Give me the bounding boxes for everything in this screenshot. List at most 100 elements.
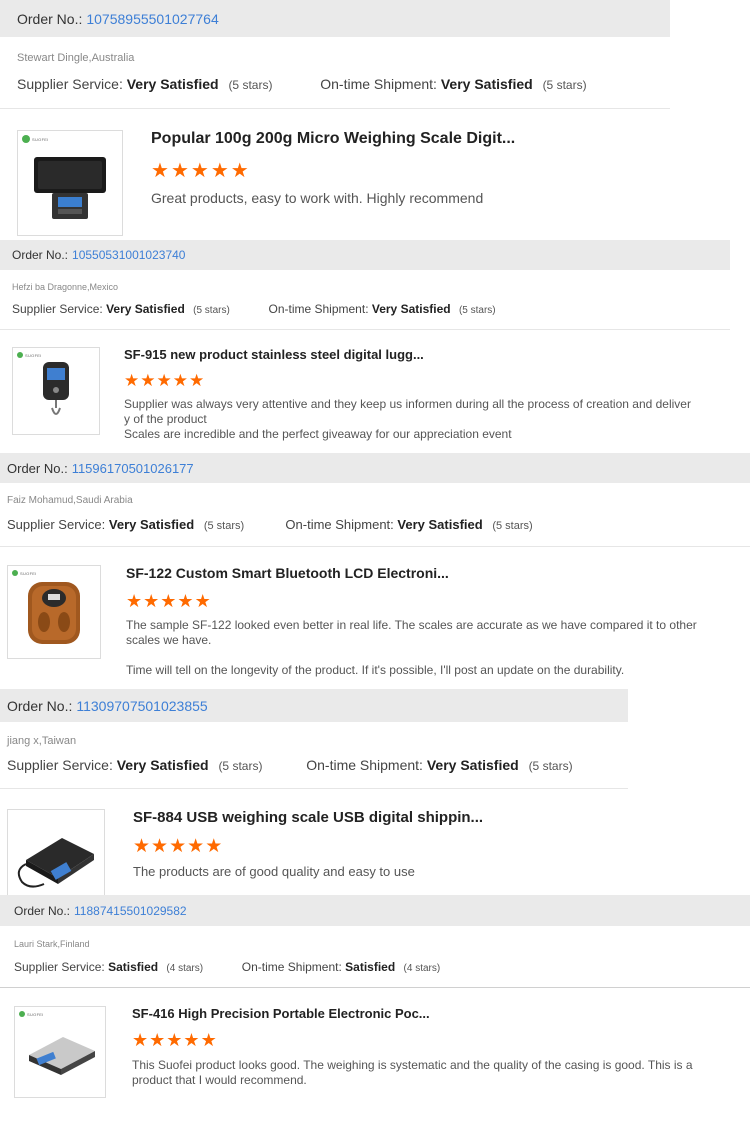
shipment-value: Very Satisfied [397, 517, 483, 532]
reviewer-name: jiang x,Taiwan [7, 735, 77, 747]
order-number-link[interactable]: 10550531001023740 [72, 248, 185, 262]
review-text-line: The sample SF-122 looked even better in … [126, 618, 697, 632]
shipment-value: Satisfied [345, 960, 396, 974]
star-rating: ★ ★ ★ ★ ★ [132, 1031, 218, 1049]
review-text-line [126, 648, 736, 663]
supplier-service-value: Satisfied [108, 960, 159, 974]
product-title-link[interactable]: SF-915 new product stainless steel digit… [124, 347, 424, 362]
product-title-link[interactable]: SF-884 USB weighing scale USB digital sh… [133, 809, 483, 826]
pocket-scale-image [34, 157, 106, 219]
shipment-label: On-time Shipment: [241, 960, 342, 974]
star-icon: ★ [151, 160, 169, 182]
star-rating: ★ ★ ★ ★ ★ [126, 592, 212, 610]
supplier-service-stars: (5 stars) [228, 78, 273, 92]
order-label: Order No.: [7, 460, 68, 476]
review-text-line: Great products, easy to work with. Highl… [151, 190, 484, 206]
product-thumbnail[interactable] [7, 809, 105, 895]
supplier-service-label: Supplier Service: [14, 960, 105, 974]
product-thumbnail[interactable]: SUOFEI [14, 1006, 106, 1098]
review-text-line: y of the product [124, 412, 207, 426]
review-card: Order No.: 11887415501029582 Lauri Stark… [0, 895, 750, 1131]
product-title-link[interactable]: Popular 100g 200g Micro Weighing Scale D… [151, 130, 515, 148]
order-number-bar: Order No.: 11887415501029582 [0, 895, 750, 926]
star-icon: ★ [132, 1030, 149, 1050]
divider [0, 788, 628, 789]
pocket-scale-image [29, 1037, 95, 1075]
review-text-line: Supplier was always very attentive and t… [124, 397, 691, 411]
star-icon: ★ [210, 160, 229, 182]
product-title-link[interactable]: SF-416 High Precision Portable Electroni… [132, 1006, 430, 1021]
order-label: Order No.: [14, 903, 71, 918]
order-number-link[interactable]: 11596170501026177 [72, 461, 194, 476]
product-thumbnail[interactable]: SUOFEI [12, 347, 100, 435]
shipment-label: On-time Shipment: [306, 757, 423, 773]
supplier-service-value: Very Satisfied [106, 302, 185, 316]
star-rating: ★ ★ ★ ★ ★ [124, 372, 205, 389]
order-number-bar: Order No.: 10758955501027764 [0, 0, 670, 37]
review-text: The products are of good quality and eas… [133, 864, 733, 880]
review-card: Order No.: 10550531001023740 Hefzi ba Dr… [0, 240, 750, 453]
review-text-line: Scales are incredible and the perfect gi… [124, 427, 512, 441]
order-label: Order No.: [7, 697, 73, 714]
service-ratings: Supplier Service: Very Satisfied (5 star… [17, 76, 587, 92]
star-icon: ★ [143, 591, 160, 611]
order-number-link[interactable]: 11887415501029582 [74, 904, 187, 918]
order-label: Order No.: [12, 248, 69, 262]
divider [0, 546, 750, 547]
usb-shipping-scale-image [17, 838, 94, 888]
review-text-line: product that I would recommend. [132, 1073, 307, 1087]
star-icon: ★ [200, 1030, 217, 1050]
brand-logo-icon: SUOFEI [17, 352, 42, 358]
star-icon: ★ [124, 371, 140, 390]
shipment-value: Very Satisfied [371, 302, 451, 316]
product-title-link[interactable]: SF-122 Custom Smart Bluetooth LCD Electr… [126, 565, 449, 581]
review-card: Order No.: 10758955501027764 Stewart Din… [0, 0, 750, 240]
brand-logo-icon: SUOFEI [22, 135, 49, 143]
star-icon: ★ [187, 836, 205, 857]
shipment-stars: (5 stars) [528, 759, 573, 773]
shipment-stars: (5 stars) [492, 520, 533, 532]
product-thumbnail[interactable]: SUOFEI [17, 130, 123, 236]
supplier-service-value: Very Satisfied [116, 757, 209, 773]
star-icon: ★ [151, 836, 169, 857]
review-text-line: scales we have. [126, 633, 212, 647]
supplier-service-stars: (5 stars) [218, 759, 263, 773]
supplier-service-label: Supplier Service: [7, 517, 106, 532]
star-icon: ★ [149, 1030, 166, 1050]
order-number-bar: Order No.: 10550531001023740 [0, 240, 730, 270]
star-icon: ★ [169, 836, 187, 857]
supplier-service-label: Supplier Service: [17, 76, 123, 92]
star-icon: ★ [170, 160, 189, 182]
shipment-stars: (5 stars) [458, 305, 496, 316]
review-card: Order No.: 11309707501023855 jiang x,Tai… [0, 689, 750, 895]
brand-logo-icon: SUOFEI [12, 570, 37, 576]
reviewer-name: Faiz Mohamud,Saudi Arabia [7, 495, 133, 506]
review-text: Supplier was always very attentive and t… [124, 397, 724, 442]
review-text-line: This Suofei product looks good. The weig… [132, 1058, 693, 1072]
shipment-label: On-time Shipment: [268, 302, 369, 316]
review-text-line: Time will tell on the longevity of the p… [126, 663, 625, 677]
order-label: Order No.: [17, 10, 83, 27]
star-rating: ★ ★ ★ ★ ★ [133, 837, 223, 856]
star-icon: ★ [194, 591, 211, 611]
review-text: The sample SF-122 looked even better in … [126, 618, 736, 678]
review-text: This Suofei product looks good. The weig… [132, 1058, 732, 1088]
order-number-link[interactable]: 11309707501023855 [76, 698, 207, 714]
supplier-service-stars: (5 stars) [203, 520, 245, 532]
shipment-stars: (5 stars) [542, 78, 587, 92]
shipment-value: Very Satisfied [426, 757, 519, 773]
reviewer-name: Lauri Stark,Finland [14, 939, 90, 949]
service-ratings: Supplier Service: Satisfied (4 stars) On… [14, 960, 440, 974]
order-number-bar: Order No.: 11596170501026177 [0, 453, 750, 483]
star-icon: ★ [126, 591, 143, 611]
supplier-service-value: Very Satisfied [126, 76, 219, 92]
service-ratings: Supplier Service: Very Satisfied (5 star… [12, 302, 496, 316]
shipment-value: Very Satisfied [440, 76, 533, 92]
order-number-link[interactable]: 10758955501027764 [86, 11, 218, 27]
product-thumbnail[interactable]: SUOFEI [7, 565, 101, 659]
review-card: Order No.: 11596170501026177 Faiz Mohamu… [0, 453, 750, 689]
supplier-service-stars: (5 stars) [193, 305, 230, 316]
star-icon: ★ [230, 160, 249, 182]
reviewer-name: Hefzi ba Dragonne,Mexico [12, 282, 119, 292]
supplier-service-label: Supplier Service: [12, 302, 103, 316]
